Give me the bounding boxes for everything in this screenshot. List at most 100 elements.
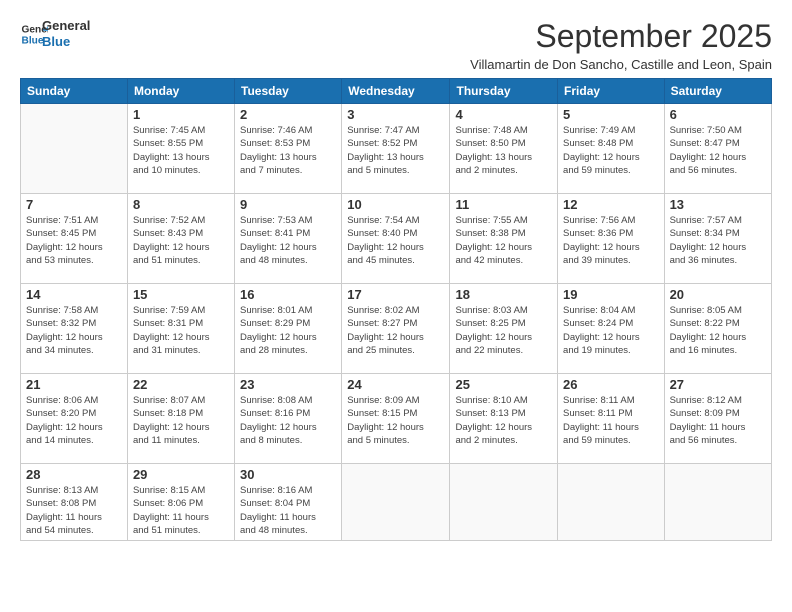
- calendar-header-friday: Friday: [558, 79, 665, 104]
- calendar-cell: 28Sunrise: 8:13 AM Sunset: 8:08 PM Dayli…: [21, 464, 128, 541]
- day-info: Sunrise: 7:45 AM Sunset: 8:55 PM Dayligh…: [133, 124, 229, 177]
- day-number: 15: [133, 287, 229, 302]
- page: General Blue General Blue September 2025…: [0, 0, 792, 612]
- day-info: Sunrise: 7:55 AM Sunset: 8:38 PM Dayligh…: [455, 214, 552, 267]
- calendar-cell: 4Sunrise: 7:48 AM Sunset: 8:50 PM Daylig…: [450, 104, 558, 194]
- calendar-cell: 11 Sunrise: 7:55 AM Sunset: 8:38 PM Dayli…: [450, 194, 558, 284]
- calendar-header-tuesday: Tuesday: [235, 79, 342, 104]
- day-info: Sunrise: 8:04 AM Sunset: 8:24 PM Dayligh…: [563, 304, 659, 357]
- header: General Blue General Blue September 2025…: [20, 18, 772, 72]
- day-number: 12: [563, 197, 659, 212]
- day-info: Sunrise: 7:56 AM Sunset: 8:36 PM Dayligh…: [563, 214, 659, 267]
- day-info: Sunrise: 7:50 AM Sunset: 8:47 PM Dayligh…: [670, 124, 766, 177]
- calendar-cell: 24 Sunrise: 8:09 AM Sunset: 8:15 PM Dayli…: [342, 374, 450, 464]
- calendar-week-1: 1 Sunrise: 7:45 AM Sunset: 8:55 PM Daylig…: [21, 104, 772, 194]
- calendar-week-2: 7Sunrise: 7:51 AM Sunset: 8:45 PM Daylig…: [21, 194, 772, 284]
- calendar-cell: 29 Sunrise: 8:15 AM Sunset: 8:06 PM Dayli…: [127, 464, 234, 541]
- day-number: 6: [670, 107, 766, 122]
- day-number: 26: [563, 377, 659, 392]
- calendar-header-wednesday: Wednesday: [342, 79, 450, 104]
- calendar-cell: [558, 464, 665, 541]
- calendar-header-thursday: Thursday: [450, 79, 558, 104]
- calendar-week-4: 21Sunrise: 8:06 AM Sunset: 8:20 PM Dayli…: [21, 374, 772, 464]
- day-info: Sunrise: 7:59 AM Sunset: 8:31 PM Dayligh…: [133, 304, 229, 357]
- day-number: 30: [240, 467, 336, 482]
- subtitle: Villamartin de Don Sancho, Castille and …: [470, 57, 772, 72]
- day-number: 29: [133, 467, 229, 482]
- day-info: Sunrise: 7:58 AM Sunset: 8:32 PM Dayligh…: [26, 304, 122, 357]
- day-info: Sunrise: 8:15 AM Sunset: 8:06 PM Dayligh…: [133, 484, 229, 537]
- calendar-cell: 16Sunrise: 8:01 AM Sunset: 8:29 PM Dayli…: [235, 284, 342, 374]
- calendar-cell: [450, 464, 558, 541]
- calendar-cell: 7Sunrise: 7:51 AM Sunset: 8:45 PM Daylig…: [21, 194, 128, 284]
- day-info: Sunrise: 8:03 AM Sunset: 8:25 PM Dayligh…: [455, 304, 552, 357]
- day-info: Sunrise: 7:52 AM Sunset: 8:43 PM Dayligh…: [133, 214, 229, 267]
- day-info: Sunrise: 7:47 AM Sunset: 8:52 PM Dayligh…: [347, 124, 444, 177]
- day-number: 25: [455, 377, 552, 392]
- calendar-cell: 2Sunrise: 7:46 AM Sunset: 8:53 PM Daylig…: [235, 104, 342, 194]
- svg-text:Blue: Blue: [22, 35, 44, 46]
- calendar-cell: 18 Sunrise: 8:03 AM Sunset: 8:25 PM Dayli…: [450, 284, 558, 374]
- day-number: 9: [240, 197, 336, 212]
- day-info: Sunrise: 7:46 AM Sunset: 8:53 PM Dayligh…: [240, 124, 336, 177]
- day-number: 14: [26, 287, 122, 302]
- day-info: Sunrise: 7:48 AM Sunset: 8:50 PM Dayligh…: [455, 124, 552, 177]
- calendar-header-saturday: Saturday: [664, 79, 771, 104]
- calendar-cell: 8Sunrise: 7:52 AM Sunset: 8:43 PM Daylig…: [127, 194, 234, 284]
- day-number: 19: [563, 287, 659, 302]
- day-info: Sunrise: 7:54 AM Sunset: 8:40 PM Dayligh…: [347, 214, 444, 267]
- calendar-cell: 20Sunrise: 8:05 AM Sunset: 8:22 PM Dayli…: [664, 284, 771, 374]
- day-number: 27: [670, 377, 766, 392]
- day-info: Sunrise: 8:16 AM Sunset: 8:04 PM Dayligh…: [240, 484, 336, 537]
- calendar-cell: 30 Sunrise: 8:16 AM Sunset: 8:04 PM Dayli…: [235, 464, 342, 541]
- calendar-cell: 14 Sunrise: 7:58 AM Sunset: 8:32 PM Dayli…: [21, 284, 128, 374]
- day-info: Sunrise: 8:10 AM Sunset: 8:13 PM Dayligh…: [455, 394, 552, 447]
- day-number: 5: [563, 107, 659, 122]
- day-info: Sunrise: 7:49 AM Sunset: 8:48 PM Dayligh…: [563, 124, 659, 177]
- day-number: 13: [670, 197, 766, 212]
- calendar-header-monday: Monday: [127, 79, 234, 104]
- calendar-cell: 22 Sunrise: 8:07 AM Sunset: 8:18 PM Dayli…: [127, 374, 234, 464]
- calendar-cell: 6 Sunrise: 7:50 AM Sunset: 8:47 PM Daylig…: [664, 104, 771, 194]
- day-number: 18: [455, 287, 552, 302]
- day-info: Sunrise: 8:06 AM Sunset: 8:20 PM Dayligh…: [26, 394, 122, 447]
- day-info: Sunrise: 8:08 AM Sunset: 8:16 PM Dayligh…: [240, 394, 336, 447]
- day-info: Sunrise: 8:07 AM Sunset: 8:18 PM Dayligh…: [133, 394, 229, 447]
- calendar-cell: 17 Sunrise: 8:02 AM Sunset: 8:27 PM Dayli…: [342, 284, 450, 374]
- day-number: 1: [133, 107, 229, 122]
- day-info: Sunrise: 8:02 AM Sunset: 8:27 PM Dayligh…: [347, 304, 444, 357]
- calendar-cell: [21, 104, 128, 194]
- calendar-cell: 13 Sunrise: 7:57 AM Sunset: 8:34 PM Dayli…: [664, 194, 771, 284]
- day-info: Sunrise: 7:57 AM Sunset: 8:34 PM Dayligh…: [670, 214, 766, 267]
- logo-line2: Blue: [42, 34, 90, 50]
- day-info: Sunrise: 8:12 AM Sunset: 8:09 PM Dayligh…: [670, 394, 766, 447]
- day-number: 16: [240, 287, 336, 302]
- calendar-cell: 19 Sunrise: 8:04 AM Sunset: 8:24 PM Dayli…: [558, 284, 665, 374]
- calendar-week-5: 28Sunrise: 8:13 AM Sunset: 8:08 PM Dayli…: [21, 464, 772, 541]
- calendar-cell: 10 Sunrise: 7:54 AM Sunset: 8:40 PM Dayli…: [342, 194, 450, 284]
- calendar-cell: 26Sunrise: 8:11 AM Sunset: 8:11 PM Dayli…: [558, 374, 665, 464]
- day-number: 24: [347, 377, 444, 392]
- logo-line1: General: [42, 18, 90, 34]
- calendar-cell: [664, 464, 771, 541]
- day-info: Sunrise: 7:51 AM Sunset: 8:45 PM Dayligh…: [26, 214, 122, 267]
- day-info: Sunrise: 8:09 AM Sunset: 8:15 PM Dayligh…: [347, 394, 444, 447]
- day-number: 10: [347, 197, 444, 212]
- calendar-cell: 15 Sunrise: 7:59 AM Sunset: 8:31 PM Dayli…: [127, 284, 234, 374]
- day-info: Sunrise: 8:05 AM Sunset: 8:22 PM Dayligh…: [670, 304, 766, 357]
- calendar-cell: 27 Sunrise: 8:12 AM Sunset: 8:09 PM Dayli…: [664, 374, 771, 464]
- calendar-week-3: 14 Sunrise: 7:58 AM Sunset: 8:32 PM Dayli…: [21, 284, 772, 374]
- calendar-cell: 21Sunrise: 8:06 AM Sunset: 8:20 PM Dayli…: [21, 374, 128, 464]
- calendar-cell: 9Sunrise: 7:53 AM Sunset: 8:41 PM Daylig…: [235, 194, 342, 284]
- calendar-cell: 12 Sunrise: 7:56 AM Sunset: 8:36 PM Dayli…: [558, 194, 665, 284]
- day-number: 17: [347, 287, 444, 302]
- title-block: September 2025 Villamartin de Don Sancho…: [470, 18, 772, 72]
- logo: General Blue General Blue: [20, 18, 90, 49]
- calendar-cell: [342, 464, 450, 541]
- day-number: 11: [455, 197, 552, 212]
- month-title: September 2025: [470, 18, 772, 55]
- day-number: 23: [240, 377, 336, 392]
- calendar-cell: 3Sunrise: 7:47 AM Sunset: 8:52 PM Daylig…: [342, 104, 450, 194]
- calendar-cell: 23 Sunrise: 8:08 AM Sunset: 8:16 PM Dayli…: [235, 374, 342, 464]
- day-number: 22: [133, 377, 229, 392]
